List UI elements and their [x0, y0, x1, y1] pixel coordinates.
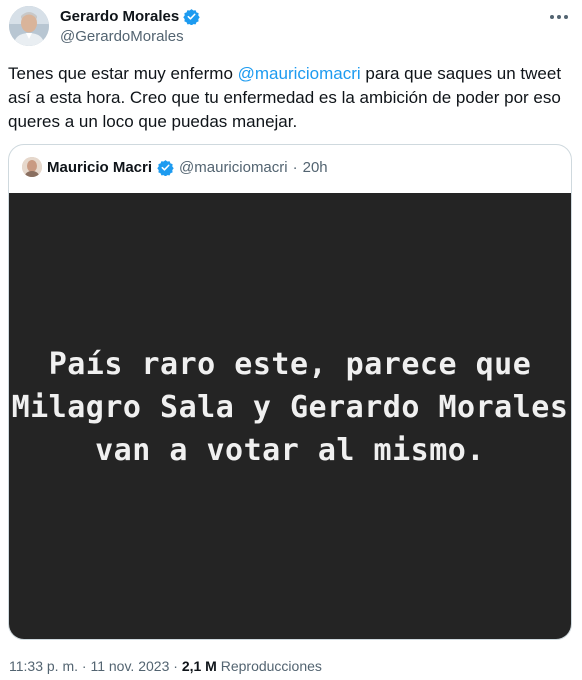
quoted-separator: · — [292, 158, 298, 176]
author-name-row: Gerardo Morales — [60, 8, 200, 26]
author-handle[interactable]: @GerardoMorales — [60, 28, 184, 45]
tweet-date[interactable]: 11 nov. 2023 — [90, 658, 169, 674]
author-avatar[interactable] — [9, 6, 49, 46]
meta-separator-1: · — [81, 658, 87, 674]
more-options-icon[interactable] — [548, 10, 570, 24]
verified-badge-icon[interactable] — [183, 8, 200, 26]
quoted-tweet[interactable]: Mauricio Macri @mauriciomacri · 20h País… — [8, 144, 572, 640]
tweet-text-part-1: Tenes que estar muy enfermo — [8, 64, 238, 83]
tweet-meta: 11:33 p. m. · 11 nov. 2023 · 2,1 M Repro… — [9, 658, 322, 674]
meta-separator-2: · — [173, 658, 178, 674]
tweet-text: Tenes que estar muy enfermo @mauriciomac… — [8, 62, 574, 134]
quoted-verified-badge-icon — [157, 159, 174, 176]
tweet: Gerardo Morales @GerardoMorales Tenes qu… — [0, 0, 582, 680]
quoted-time: 20h — [302, 158, 328, 176]
tweet-time[interactable]: 11:33 p. m. — [9, 658, 78, 674]
views-label: Reproducciones — [220, 658, 322, 674]
mention-link[interactable]: @mauriciomacri — [238, 64, 361, 83]
quoted-author-avatar — [22, 157, 42, 177]
quoted-handle: @mauriciomacri — [179, 158, 288, 176]
views-count: 2,1 M — [181, 658, 217, 674]
quoted-tweet-header: Mauricio Macri @mauriciomacri · 20h — [22, 157, 328, 177]
quoted-image-text: País raro este, parece que Milagro Sala … — [11, 347, 569, 468]
quoted-display-name: Mauricio Macri — [47, 158, 153, 176]
quoted-image[interactable]: País raro este, parece que Milagro Sala … — [9, 193, 571, 639]
author-display-name[interactable]: Gerardo Morales — [60, 8, 179, 25]
